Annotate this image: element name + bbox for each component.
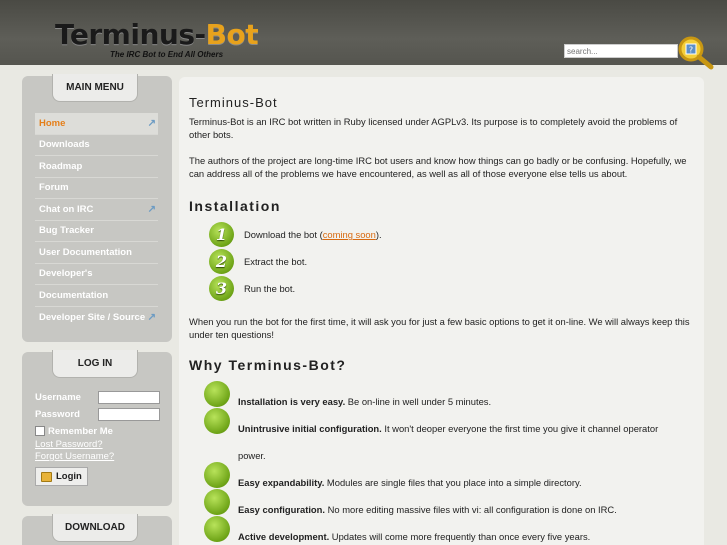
green-bullet-icon <box>204 489 230 515</box>
lock-icon <box>41 471 52 482</box>
external-link-icon: ↗ <box>147 203 156 215</box>
feature-item: Active development. Updates will come mo… <box>204 516 684 545</box>
logo-accent-text: Bot <box>205 18 259 51</box>
password-label: Password <box>35 408 80 420</box>
green-bullet-icon <box>204 462 230 488</box>
external-link-icon: ↗ <box>147 117 156 129</box>
install-step: 2 Extract the bot. <box>209 249 307 274</box>
step-number-3: 3 <box>209 276 234 301</box>
authors-paragraph: The authors of the project are long-time… <box>189 155 687 179</box>
why-heading: Why Terminus-Bot? <box>189 357 347 373</box>
remember-me-checkbox[interactable] <box>35 426 45 436</box>
menu-item-forum[interactable]: Forum <box>35 178 158 199</box>
install-step: 1 Download the bot (coming soon). <box>209 222 382 247</box>
menu-item-home[interactable]: Home ↗ <box>35 113 158 135</box>
main-menu-panel: MAIN MENU Home ↗ Downloads Roadmap Forum … <box>22 74 172 342</box>
login-button[interactable]: Login <box>35 467 88 486</box>
coming-soon-link[interactable]: coming soon <box>323 229 376 240</box>
page-title: Terminus-Bot <box>189 95 278 110</box>
menu-item-developers[interactable]: Developer's <box>35 264 158 285</box>
green-bullet-icon <box>204 516 230 542</box>
username-field[interactable] <box>98 390 160 404</box>
green-bullet-icon <box>204 381 230 407</box>
menu-item-roadmap[interactable]: Roadmap <box>35 156 158 178</box>
site-logo[interactable]: Terminus-Bot The IRC Bot to End All Othe… <box>55 18 259 60</box>
menu-item-bug-tracker[interactable]: Bug Tracker <box>35 221 158 242</box>
password-field[interactable] <box>98 407 160 421</box>
main-content: Terminus-Bot Terminus-Bot is an IRC bot … <box>179 77 704 545</box>
login-panel: LOG IN Username Password Remember Me Los… <box>22 350 172 506</box>
install-step: 3 Run the bot. <box>209 276 295 301</box>
username-label: Username <box>35 391 81 403</box>
menu-item-chat-on-irc[interactable]: Chat on IRC ↗ <box>35 199 158 221</box>
lost-password-link[interactable]: Lost Password? <box>35 439 160 451</box>
feature-item: Unintrusive initial configuration. It wo… <box>204 408 684 469</box>
download-title: DOWNLOAD <box>52 514 138 542</box>
site-tagline: The IRC Bot to End All Others <box>110 50 224 59</box>
login-title: LOG IN <box>52 350 138 378</box>
search-input[interactable] <box>564 44 678 58</box>
run-note-paragraph: When you run the bot for the first time,… <box>189 316 690 340</box>
main-menu-title: MAIN MENU <box>52 74 138 102</box>
external-link-icon: ↗ <box>147 311 156 323</box>
logo-text: Terminus- <box>55 18 206 51</box>
menu-item-user-documentation[interactable]: User Documentation <box>35 242 158 264</box>
forgot-username-link[interactable]: Forgot Username? <box>35 451 160 463</box>
menu-item-downloads[interactable]: Downloads <box>35 135 158 156</box>
header: Terminus-Bot The IRC Bot to End All Othe… <box>0 0 727 70</box>
main-menu: Home ↗ Downloads Roadmap Forum Chat on IR… <box>35 113 158 328</box>
menu-item-documentation[interactable]: Documentation <box>35 285 158 307</box>
login-form: Username Password Remember Me Lost Passw… <box>35 389 160 487</box>
intro-paragraph: Terminus-Bot is an IRC bot written in Ru… <box>189 116 678 140</box>
search-icon[interactable]: ? <box>675 34 715 70</box>
green-bullet-icon <box>204 408 230 434</box>
installation-heading: Installation <box>189 198 281 214</box>
remember-me-label: Remember Me <box>48 425 113 437</box>
svg-text:?: ? <box>689 46 693 55</box>
step-number-2: 2 <box>209 249 234 274</box>
menu-item-developer-site[interactable]: Developer Site / Source ↗ <box>35 307 158 329</box>
remember-me[interactable]: Remember Me <box>35 423 160 439</box>
download-panel: DOWNLOAD <box>22 514 172 545</box>
step-number-1: 1 <box>209 222 234 247</box>
